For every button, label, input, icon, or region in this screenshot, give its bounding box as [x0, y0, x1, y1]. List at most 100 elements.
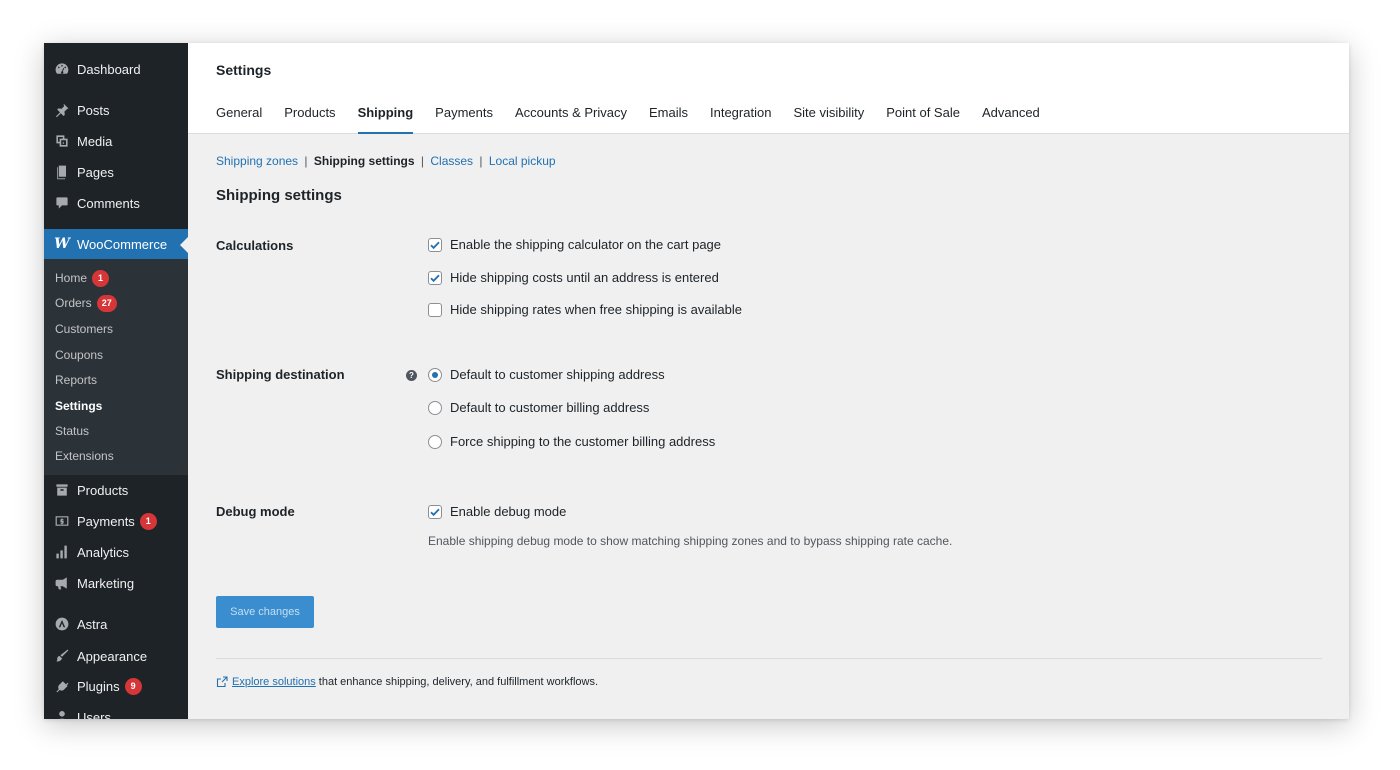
- money-icon: [53, 512, 71, 530]
- sidebar-item-woocommerce[interactable]: W WooCommerce: [44, 229, 188, 259]
- tab-integration[interactable]: Integration: [710, 105, 771, 134]
- sidebar-item-label: Appearance: [77, 648, 148, 664]
- settings-tabs: General Products Shipping Payments Accou…: [216, 105, 1062, 134]
- calculations-label: Calculations: [216, 238, 294, 253]
- submenu-item-customers[interactable]: Customers: [55, 320, 113, 338]
- archive-icon: [53, 481, 71, 499]
- bar-chart-icon: [53, 543, 71, 561]
- explore-solutions-note: Explore solutions that enhance shipping,…: [216, 676, 598, 688]
- subnav-shipping-settings: Shipping settings: [313, 154, 415, 168]
- tab-accounts-privacy[interactable]: Accounts & Privacy: [515, 105, 627, 134]
- section-title: Shipping settings: [216, 187, 342, 204]
- sidebar-item-label: Marketing: [77, 575, 135, 591]
- tab-advanced[interactable]: Advanced: [982, 105, 1040, 134]
- sidebar-item-label: Analytics: [77, 544, 130, 560]
- sidebar-item-label: Users: [77, 709, 111, 720]
- sidebar-item-appearance[interactable]: Appearance: [44, 641, 188, 671]
- subnav-local-pickup[interactable]: Local pickup: [489, 154, 556, 168]
- sidebar-item-astra[interactable]: Astra: [44, 609, 188, 639]
- page-title: Settings: [216, 62, 272, 78]
- divider: [216, 658, 1322, 659]
- notification-badge: 9: [124, 677, 142, 695]
- tab-emails[interactable]: Emails: [649, 105, 688, 134]
- radio-selected[interactable]: [428, 367, 442, 382]
- external-link-icon: [216, 676, 228, 688]
- subnav-separator: |: [420, 154, 425, 168]
- admin-sidebar: Dashboard Posts Media Pages Comments W W…: [44, 43, 188, 719]
- save-changes-button[interactable]: Save changes: [216, 596, 314, 628]
- explore-solutions-link[interactable]: Explore solutions: [232, 676, 316, 688]
- radio-unselected[interactable]: [428, 400, 442, 415]
- checkbox-unchecked[interactable]: [428, 302, 442, 317]
- sidebar-item-label: WooCommerce: [77, 236, 168, 252]
- submenu-item-status[interactable]: Status: [55, 422, 89, 440]
- sidebar-item-label: Posts: [77, 102, 110, 118]
- media-icon: [53, 132, 71, 150]
- shipping-subnav: Shipping zones | Shipping settings | Cla…: [216, 154, 556, 168]
- tab-products[interactable]: Products: [284, 105, 335, 134]
- tab-point-of-sale[interactable]: Point of Sale: [886, 105, 960, 134]
- submenu-item-extensions[interactable]: Extensions: [55, 447, 114, 465]
- submenu-item-settings[interactable]: Settings: [55, 397, 102, 415]
- sidebar-item-payments[interactable]: Payments 1: [44, 506, 188, 536]
- checkbox-checked[interactable]: [428, 504, 442, 519]
- destination-option-force-billing[interactable]: Force shipping to the customer billing a…: [428, 434, 715, 449]
- sidebar-item-label: Media: [77, 133, 113, 149]
- sidebar-item-label: Payments: [77, 513, 135, 529]
- notification-badge: 1: [92, 269, 110, 287]
- sidebar-item-label: Dashboard: [77, 61, 141, 77]
- sidebar-item-comments[interactable]: Comments: [44, 188, 188, 218]
- destination-label: Shipping destination: [216, 367, 345, 382]
- tab-shipping[interactable]: Shipping: [357, 105, 413, 134]
- sidebar-item-dashboard[interactable]: Dashboard: [44, 54, 188, 84]
- sidebar-item-media[interactable]: Media: [44, 126, 188, 156]
- subnav-shipping-zones[interactable]: Shipping zones: [216, 154, 298, 168]
- submenu-item-reports[interactable]: Reports: [55, 371, 97, 389]
- destination-option-shipping[interactable]: Default to customer shipping address: [428, 367, 665, 382]
- destination-option-billing[interactable]: Default to customer billing address: [428, 400, 649, 415]
- debug-label: Debug mode: [216, 504, 295, 519]
- sidebar-item-plugins[interactable]: Plugins 9: [44, 671, 188, 701]
- tab-general[interactable]: General: [216, 105, 262, 134]
- plug-icon: [53, 677, 71, 695]
- checkbox-checked[interactable]: [428, 237, 442, 252]
- calc-option-cart-calculator[interactable]: Enable the shipping calculator on the ca…: [428, 237, 721, 252]
- sidebar-item-label: Pages: [77, 164, 114, 180]
- subnav-separator: |: [479, 154, 483, 168]
- subnav-classes[interactable]: Classes: [430, 154, 473, 168]
- subnav-separator: |: [304, 154, 308, 168]
- sidebar-item-marketing[interactable]: Marketing: [44, 568, 188, 598]
- sidebar-item-pages[interactable]: Pages: [44, 157, 188, 187]
- megaphone-icon: [53, 574, 71, 592]
- sidebar-item-analytics[interactable]: Analytics: [44, 537, 188, 567]
- user-icon: [53, 708, 71, 719]
- comment-icon: [53, 194, 71, 212]
- settings-header: Settings General Products Shipping Payme…: [188, 43, 1349, 134]
- woocommerce-submenu: Home 1 Orders 27 Customers Coupons Repor…: [44, 259, 188, 475]
- sidebar-item-label: Comments: [77, 195, 140, 211]
- sidebar-item-label: Astra: [77, 616, 108, 632]
- submenu-item-home[interactable]: Home 1: [55, 269, 110, 287]
- pin-icon: [53, 101, 71, 119]
- sidebar-item-users[interactable]: Users: [44, 702, 188, 719]
- debug-description: Enable shipping debug mode to show match…: [428, 534, 953, 548]
- woocommerce-icon: W: [54, 236, 70, 252]
- debug-option[interactable]: Enable debug mode: [428, 504, 566, 519]
- paintbrush-icon: [53, 647, 71, 665]
- tab-site-visibility[interactable]: Site visibility: [793, 105, 864, 134]
- explore-solutions-text: that enhance shipping, delivery, and ful…: [318, 676, 599, 688]
- pages-icon: [53, 163, 71, 181]
- sidebar-item-label: Products: [77, 482, 129, 498]
- calc-option-hide-rates[interactable]: Hide shipping rates when free shipping i…: [428, 302, 742, 317]
- checkbox-checked[interactable]: [428, 270, 442, 285]
- submenu-item-orders[interactable]: Orders 27: [55, 294, 117, 312]
- calc-option-hide-costs[interactable]: Hide shipping costs until an address is …: [428, 270, 719, 285]
- tab-payments[interactable]: Payments: [435, 105, 493, 134]
- radio-unselected[interactable]: [428, 434, 442, 449]
- sidebar-item-label: Plugins: [77, 678, 120, 694]
- help-icon[interactable]: ?: [406, 370, 417, 381]
- submenu-item-coupons[interactable]: Coupons: [55, 346, 103, 364]
- sidebar-item-products[interactable]: Products: [44, 475, 188, 505]
- dashboard-icon: [53, 60, 71, 78]
- sidebar-item-posts[interactable]: Posts: [44, 95, 188, 125]
